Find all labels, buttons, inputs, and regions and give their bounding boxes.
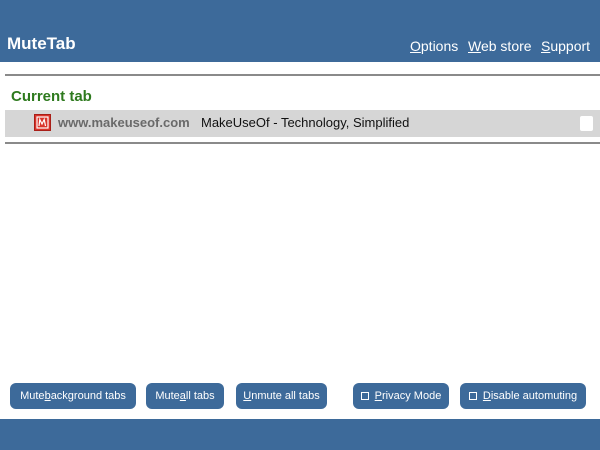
privacy-mode-toggle[interactable]: Privacy Mode xyxy=(353,383,449,409)
mute-all-tabs-button[interactable]: Mute a ll tabs xyxy=(146,383,224,409)
top-divider xyxy=(5,74,600,76)
tab-mute-checkbox[interactable] xyxy=(580,116,593,131)
privacy-mode-checkbox[interactable] xyxy=(360,392,369,400)
app-footer xyxy=(0,419,600,450)
app-header: MuteTab Options Web store Support xyxy=(0,0,600,62)
makeuseof-favicon-icon xyxy=(34,114,51,131)
disable-automuting-toggle[interactable]: Disable automuting xyxy=(460,383,586,409)
tab-domain: www.makeuseof.com xyxy=(58,115,190,130)
tab-row[interactable]: www.makeuseof.com MakeUseOf - Technology… xyxy=(5,110,600,137)
app-title: MuteTab xyxy=(7,34,76,53)
unmute-all-tabs-button[interactable]: Unmute all tabs xyxy=(236,383,327,409)
tab-title: MakeUseOf - Technology, Simplified xyxy=(201,115,410,130)
bottom-divider xyxy=(5,142,600,144)
web-store-link[interactable]: Web store xyxy=(468,38,532,54)
current-tab-heading: Current tab xyxy=(11,88,92,105)
mute-background-tabs-button[interactable]: Mute b ackground tabs xyxy=(10,383,136,409)
disable-automuting-checkbox[interactable] xyxy=(468,392,477,400)
support-link[interactable]: Support xyxy=(541,38,590,54)
options-link[interactable]: Options xyxy=(410,38,458,54)
